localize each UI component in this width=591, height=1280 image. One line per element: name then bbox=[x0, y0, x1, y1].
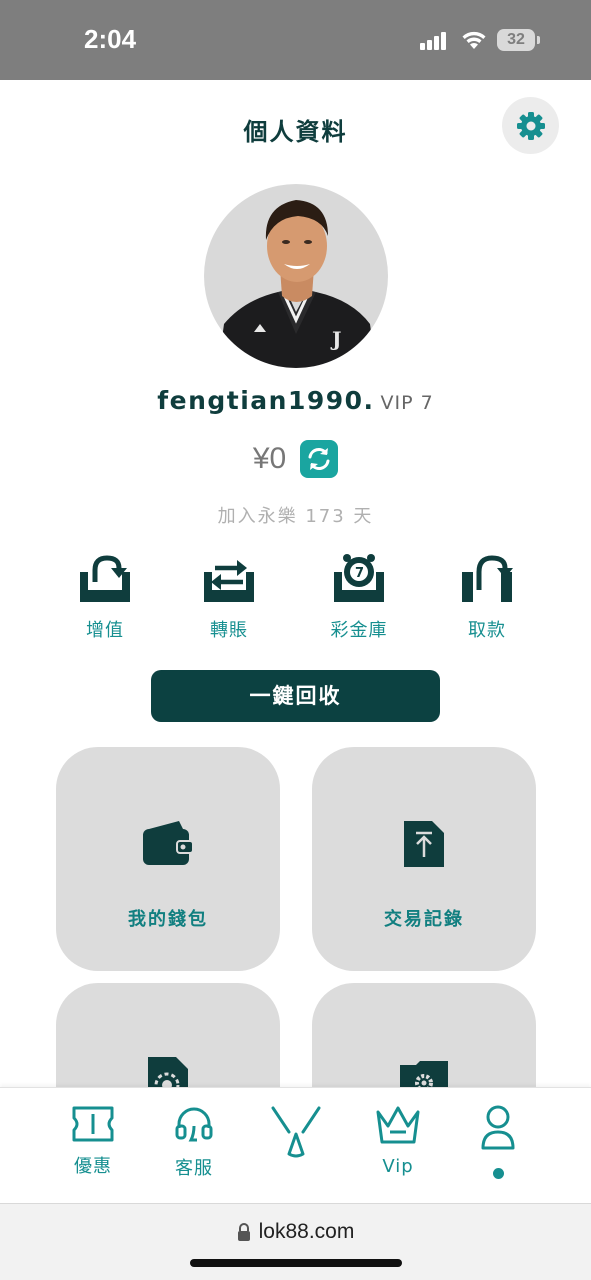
url-text: lok88.com bbox=[258, 1220, 355, 1243]
username: fengtian1990. bbox=[157, 386, 375, 415]
nav-label-promotions: 優惠 bbox=[74, 1156, 112, 1177]
url-display[interactable]: lok88.com bbox=[0, 1220, 591, 1244]
action-label-transfer: 轉賬 bbox=[210, 620, 248, 641]
withdraw-icon bbox=[462, 555, 513, 602]
nav-item-vip[interactable]: Vip bbox=[358, 1104, 438, 1177]
vip-level: VIP 7 bbox=[380, 392, 434, 414]
action-transfer[interactable]: 轉賬 bbox=[174, 552, 284, 642]
action-deposit[interactable]: 增值 bbox=[50, 552, 160, 642]
svg-text:7: 7 bbox=[355, 566, 364, 581]
card-my-wallet[interactable]: 我的錢包 bbox=[56, 747, 280, 971]
membership-duration: 加入永樂 173 天 bbox=[217, 506, 374, 527]
card-label-my-wallet: 我的錢包 bbox=[128, 909, 208, 930]
svg-text:J: J bbox=[330, 327, 341, 351]
nav-item-home[interactable] bbox=[256, 1104, 336, 1160]
one-click-reclaim-button[interactable]: 一鍵回收 bbox=[151, 670, 440, 722]
wallet-icon bbox=[143, 821, 194, 865]
profile-icon bbox=[481, 1105, 515, 1150]
nav-label-customer-service: 客服 bbox=[175, 1158, 213, 1179]
transaction-record-icon bbox=[404, 821, 444, 867]
wifi-icon bbox=[462, 31, 486, 49]
nav-item-promotions[interactable]: 優惠 bbox=[53, 1104, 133, 1178]
ticket-icon bbox=[72, 1106, 114, 1142]
avatar-photo: J bbox=[218, 200, 376, 368]
nav-label-vip: Vip bbox=[382, 1156, 414, 1177]
gear-icon bbox=[516, 111, 545, 140]
card-transaction-record[interactable]: 交易記錄 bbox=[312, 747, 536, 971]
cellular-signal-icon bbox=[420, 32, 450, 50]
transfer-icon bbox=[204, 560, 254, 602]
status-bar: 2:04 32 bbox=[0, 0, 591, 80]
brand-logo-icon bbox=[271, 1106, 321, 1158]
nav-item-customer-service[interactable]: 客服 bbox=[154, 1104, 234, 1180]
battery-indicator: 32 bbox=[497, 29, 540, 51]
refresh-icon bbox=[308, 448, 330, 470]
headset-icon bbox=[175, 1107, 213, 1142]
action-label-bonus-vault: 彩金庫 bbox=[330, 620, 388, 641]
bonus-vault-icon: 7 bbox=[334, 554, 384, 602]
refresh-balance-button[interactable] bbox=[300, 440, 339, 478]
action-label-deposit: 增值 bbox=[86, 620, 124, 641]
nav-item-profile[interactable] bbox=[458, 1104, 538, 1179]
settings-button[interactable] bbox=[502, 97, 559, 154]
deposit-icon bbox=[80, 555, 130, 602]
bottom-navigation: 優惠 客服 Vip bbox=[0, 1087, 591, 1203]
crown-icon bbox=[376, 1106, 420, 1144]
profile-name-row: fengtian1990. VIP 7 bbox=[0, 386, 591, 415]
home-indicator[interactable] bbox=[190, 1259, 402, 1267]
card-label-transaction-record: 交易記錄 bbox=[384, 909, 464, 930]
avatar[interactable]: J bbox=[204, 184, 388, 368]
balance-row: ¥0 bbox=[0, 438, 591, 480]
status-time: 2:04 bbox=[84, 24, 137, 54]
browser-address-bar: lok88.com bbox=[0, 1203, 591, 1280]
lock-icon bbox=[237, 1223, 250, 1241]
action-label-withdraw: 取款 bbox=[468, 620, 506, 641]
app-screen: 2:04 32 個人資料 J fengtian1990. VIP 7 ¥0 加入… bbox=[0, 0, 591, 1280]
action-bonus-vault[interactable]: 7 彩金庫 bbox=[304, 552, 414, 642]
action-withdraw[interactable]: 取款 bbox=[432, 552, 542, 642]
active-tab-indicator bbox=[492, 1168, 504, 1179]
balance-amount: ¥0 bbox=[252, 442, 287, 475]
